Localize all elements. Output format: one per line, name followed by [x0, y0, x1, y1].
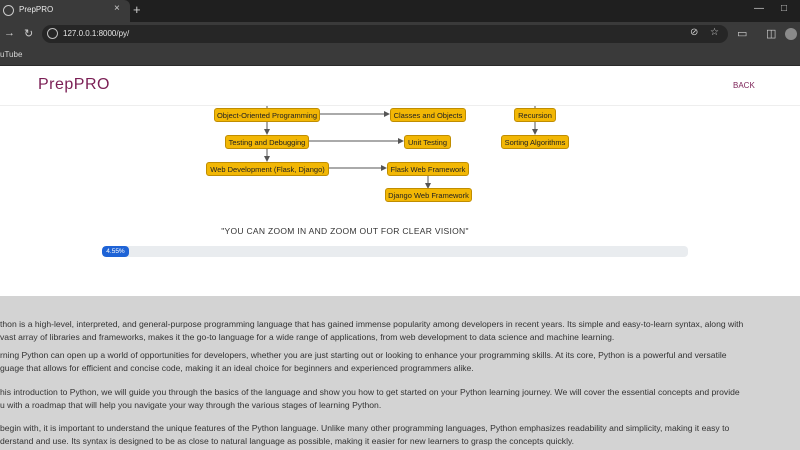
progress-bar: 4.55%: [102, 246, 688, 257]
new-tab-button[interactable]: +: [133, 2, 141, 17]
site-info-icon[interactable]: [47, 28, 58, 39]
site-header: PrepPRO BACK: [0, 66, 800, 106]
intro-paragraph-1: thon is a high-level, interpreted, and g…: [0, 318, 800, 343]
progress-label: 4.55%: [106, 248, 125, 255]
zoom-hint-text: "YOU CAN ZOOM IN AND ZOOM OUT FOR CLEAR …: [221, 226, 469, 236]
bookmarks-bar: uTube: [0, 46, 800, 66]
paragraph-line: vast array of libraries and frameworks, …: [0, 331, 615, 342]
sidepanel-icon[interactable]: ◫: [766, 27, 776, 40]
url-text[interactable]: 127.0.0.1:8000/py/: [63, 29, 129, 38]
intro-section: thon is a high-level, interpreted, and g…: [0, 296, 800, 450]
node-sorting-algorithms[interactable]: Sorting Algorithms: [501, 135, 569, 149]
intro-paragraph-3: his introduction to Python, we will guid…: [0, 386, 800, 411]
node-oop[interactable]: Object-Oriented Programming: [214, 108, 320, 122]
paragraph-line: guage that allows for efficient and conc…: [0, 362, 474, 373]
paragraph-line: derstand and use. Its syntax is designed…: [0, 435, 575, 446]
eye-off-icon[interactable]: ⊘: [690, 27, 698, 38]
intro-paragraph-4: begin with, it is important to understan…: [0, 422, 800, 447]
python-roadmap-diagram: Object-Oriented Programming Classes and …: [0, 106, 800, 206]
node-recursion[interactable]: Recursion: [514, 108, 556, 122]
paragraph-line: thon is a high-level, interpreted, and g…: [0, 319, 744, 329]
node-django[interactable]: Django Web Framework: [385, 188, 472, 202]
bookmark-youtube[interactable]: uTube: [0, 50, 22, 59]
tab-title: PrepPRO: [19, 5, 54, 14]
paragraph-line: his introduction to Python, we will guid…: [0, 387, 740, 397]
reload-icon[interactable]: ↻: [24, 27, 33, 40]
paragraph-line: begin with, it is important to understan…: [0, 423, 730, 433]
minimize-icon[interactable]: —: [754, 3, 764, 14]
browser-titlebar: PrepPRO × + — □: [0, 0, 800, 22]
back-link[interactable]: BACK: [733, 81, 755, 90]
paragraph-line: rning Python can open up a world of oppo…: [0, 350, 727, 360]
paragraph-line: u with a roadmap that will help you navi…: [0, 399, 382, 410]
browser-tab[interactable]: PrepPRO ×: [0, 0, 130, 22]
extensions-icon[interactable]: ▭: [737, 27, 747, 40]
zoom-hint: "YOU CAN ZOOM IN AND ZOOM OUT FOR CLEAR …: [0, 226, 690, 236]
restore-icon[interactable]: □: [781, 3, 787, 14]
forward-icon[interactable]: →: [4, 27, 15, 39]
progress-fill: 4.55%: [102, 246, 129, 257]
node-unit-testing[interactable]: Unit Testing: [404, 135, 451, 149]
node-testing-debugging[interactable]: Testing and Debugging: [225, 135, 309, 149]
node-flask[interactable]: Flask Web Framework: [387, 162, 469, 176]
node-classes-objects[interactable]: Classes and Objects: [390, 108, 466, 122]
globe-icon: [3, 5, 14, 16]
intro-paragraph-2: rning Python can open up a world of oppo…: [0, 349, 800, 374]
browser-toolbar: → ↻ 127.0.0.1:8000/py/ ⊘ ☆ ▭ ◫: [0, 22, 800, 46]
bookmark-star-icon[interactable]: ☆: [710, 27, 719, 38]
address-bar[interactable]: 127.0.0.1:8000/py/ ⊘ ☆: [42, 25, 728, 43]
close-tab-icon[interactable]: ×: [114, 3, 120, 14]
node-web-development[interactable]: Web Development (Flask, Django): [206, 162, 329, 176]
profile-avatar[interactable]: [785, 28, 797, 40]
site-logo[interactable]: PrepPRO: [38, 76, 110, 94]
